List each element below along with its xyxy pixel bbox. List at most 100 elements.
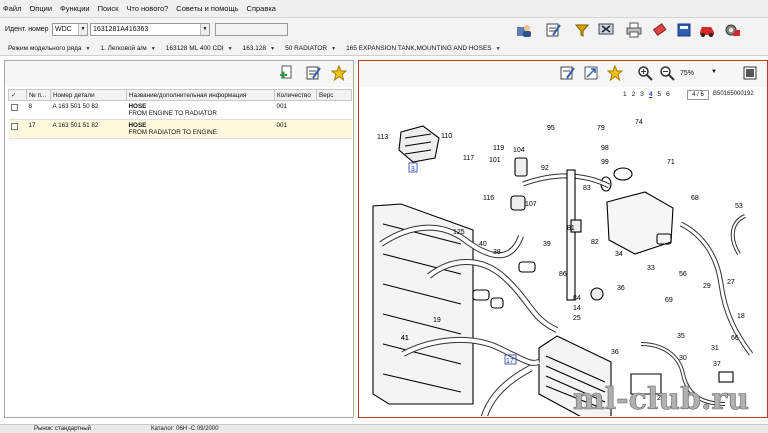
zoom-out-icon[interactable] [657,63,677,83]
diagram-label[interactable]: 36 [611,349,619,356]
crumb-subgroup[interactable]: 165 EXPANSION TANK,MOUNTING AND HOSES [346,45,492,52]
diagram-label[interactable]: 39 [543,241,551,248]
diagram-label[interactable]: 53 [735,203,743,210]
crumb-chassis[interactable]: 163.128 [243,45,267,52]
printer-icon[interactable] [624,20,644,40]
menu-functions[interactable]: Функции [60,4,90,13]
col-name[interactable]: Название/дополнительная информация [126,89,275,101]
extra-field[interactable] [215,23,288,36]
page-link[interactable]: 5 [658,91,662,98]
chevron-down-icon[interactable]: ▼ [200,24,209,35]
diagram-label[interactable]: 113 [377,134,388,141]
star-icon[interactable] [605,63,625,83]
chevron-down-icon[interactable]: ▼ [270,46,275,52]
diagram-label[interactable]: 69 [665,297,673,304]
col-part-number[interactable]: Номер детали [50,89,127,101]
chevron-down-icon[interactable]: ▼ [711,69,717,75]
col-version[interactable]: Верс [316,89,352,101]
table-row[interactable]: 17 A 163 501 51 82 HOSE FROM RADIATOR TO… [8,119,352,139]
menu-whats-new[interactable]: Что нового? [126,4,168,13]
diagram-label[interactable]: 66 [731,335,739,342]
chevron-down-icon[interactable]: ▼ [78,24,87,35]
diagram-label[interactable]: 34 [615,251,623,258]
diagram-label[interactable]: 41 [401,335,409,342]
menu-file[interactable]: Файл [3,4,21,13]
book-icon[interactable] [674,20,694,40]
diagram-label[interactable]: 71 [667,159,675,166]
diagram-label[interactable]: 74 [635,119,643,126]
diagram-label-highlight[interactable]: 3 [411,166,415,173]
window-icon[interactable] [740,63,760,83]
chevron-down-icon[interactable]: ▼ [151,46,156,52]
zoom-in-icon[interactable] [635,63,655,83]
notepad-icon[interactable] [303,63,323,83]
diagram-label[interactable]: 14 [573,305,581,312]
diagram-label[interactable]: 56 [679,271,687,278]
diagram-label[interactable]: 116 [483,195,494,202]
diagram-label[interactable]: 95 [547,125,555,132]
diagram-label[interactable]: 33 [647,265,655,272]
crumb-mode[interactable]: Режим модельного ряда [8,45,81,52]
diagram-label[interactable]: 98 [601,145,609,152]
screen-icon[interactable] [596,20,616,40]
type-select[interactable]: WDC ▼ [52,23,88,36]
diagram-label[interactable]: 31 [711,345,719,352]
page-link[interactable]: 3 [640,91,644,98]
row-checkbox[interactable] [10,123,18,130]
diagram-label[interactable]: 27 [727,279,735,286]
menu-options[interactable]: Опции [29,4,52,13]
page-link[interactable]: 1 [623,91,627,98]
diagram-label[interactable]: 79 [597,125,605,132]
chevron-down-icon[interactable]: ▼ [85,46,90,52]
person-icon[interactable] [514,20,534,40]
menu-search[interactable]: Поиск [98,4,119,13]
diagram-label[interactable]: 38 [493,249,501,256]
crumb-model[interactable]: 163128 ML 400 CDI [166,45,224,52]
diagram-label[interactable]: 35 [677,333,685,340]
menu-help[interactable]: Справка [247,4,276,13]
chevron-down-icon[interactable]: ▼ [496,46,501,52]
diagram-label[interactable]: 86 [559,271,567,278]
diagram-label[interactable]: 83 [583,185,591,192]
crumb-group[interactable]: 50 RADIATOR [285,45,327,52]
notepad-icon[interactable] [543,20,563,40]
add-to-list-icon[interactable] [277,63,297,83]
diagram-label[interactable]: 84 [573,295,581,302]
page-link-current[interactable]: 4 [649,91,653,98]
diagram-label[interactable]: 92 [541,165,549,172]
notepad-icon[interactable] [557,63,577,83]
filter-icon[interactable] [572,20,592,40]
diagram-label[interactable]: 125 [453,229,465,236]
crumb-class[interactable]: 1. Легковой а/м [100,45,146,52]
diagram-label[interactable]: 104 [513,147,525,154]
diagram-label[interactable]: 82 [591,239,599,246]
diagram-label[interactable]: 117 [463,155,474,162]
diagram-label[interactable]: 36 [617,285,625,292]
eraser-icon[interactable] [650,20,670,40]
diagram-label[interactable]: 99 [601,159,609,166]
page-link[interactable]: 2 [632,91,636,98]
diagram-label[interactable]: 68 [691,195,699,202]
diagram-label[interactable]: 18 [737,313,745,320]
vin-input[interactable]: 1631281A416363 ▼ [90,23,210,36]
diagram-label[interactable]: 19 [433,317,441,324]
col-check[interactable]: ✓ [8,89,27,101]
diagram-label-highlight[interactable]: 17 [506,358,514,365]
chevron-down-icon[interactable]: ▼ [228,46,233,52]
diagram-label[interactable]: 81 [567,225,575,232]
gear-car-icon[interactable] [722,20,742,40]
zoom-level[interactable]: 75% [680,70,694,77]
diagram-label[interactable]: 110 [441,133,452,140]
page-link[interactable]: 6 [666,91,670,98]
fit-page-icon[interactable] [581,63,601,83]
diagram-label[interactable]: 25 [573,315,581,322]
car-icon[interactable] [697,20,717,40]
table-row[interactable]: 8 A 163 501 50 82 HOSE FROM ENGINE TO RA… [8,100,352,120]
diagram-label[interactable]: 37 [713,361,721,368]
star-icon[interactable] [329,63,349,83]
menu-tips[interactable]: Советы и помощь [176,4,238,13]
diagram-label[interactable]: 30 [679,355,687,362]
row-checkbox[interactable] [10,104,18,111]
diagram-label[interactable]: 40 [479,241,487,248]
chevron-down-icon[interactable]: ▼ [331,46,336,52]
